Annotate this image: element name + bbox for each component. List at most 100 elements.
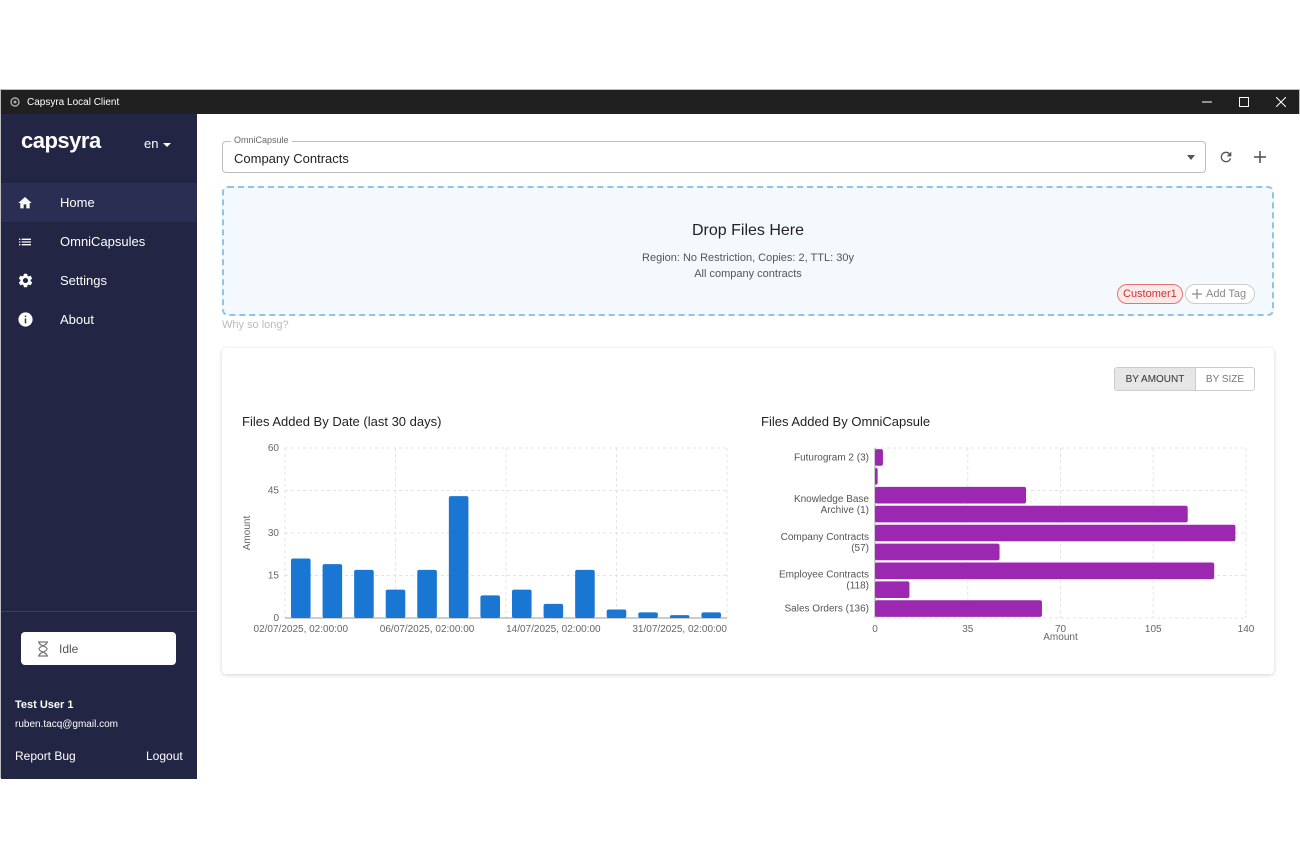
title-bar: Capsyra Local Client xyxy=(1,90,1299,114)
bar xyxy=(875,486,1027,504)
y-tick-label: Sales Orders (136) xyxy=(785,604,869,615)
sidebar-nav: Home OmniCapsules Settings About xyxy=(1,183,197,339)
report-bug-link[interactable]: Report Bug xyxy=(15,749,76,763)
minimize-icon[interactable] xyxy=(1188,90,1225,114)
stats-toggle-group: BY AMOUNT BY SIZE xyxy=(1114,367,1255,391)
logout-link[interactable]: Logout xyxy=(146,749,183,763)
x-tick-label: 140 xyxy=(1238,624,1255,635)
statistics-card: BY AMOUNT BY SIZE Files Added By Date (l… xyxy=(222,348,1274,674)
y-tick-label: 45 xyxy=(268,486,280,497)
bar xyxy=(875,600,1042,617)
bar xyxy=(290,558,311,618)
dropzone-description: All company contracts xyxy=(694,268,802,280)
x-tick-label: 31/07/2025, 02:00:00 xyxy=(632,624,727,635)
y-tick-label: 60 xyxy=(268,443,280,454)
by-amount-button[interactable]: BY AMOUNT xyxy=(1115,368,1196,390)
bar xyxy=(575,569,595,618)
bar xyxy=(669,615,690,618)
caret-down-icon xyxy=(163,142,172,147)
bar xyxy=(448,496,469,618)
app-window: Capsyra Local Client capsyra en Home Omn… xyxy=(0,89,1300,779)
x-tick-label: 35 xyxy=(962,624,974,635)
bar xyxy=(875,581,910,598)
x-tick-label: 06/07/2025, 02:00:00 xyxy=(380,624,475,635)
add-icon[interactable] xyxy=(1251,148,1269,166)
x-tick-label: 02/07/2025, 02:00:00 xyxy=(254,624,349,635)
bar xyxy=(638,612,658,618)
bar xyxy=(875,543,1000,561)
sidebar-item-omnicapsules[interactable]: OmniCapsules xyxy=(1,222,197,261)
x-tick-label: 14/07/2025, 02:00:00 xyxy=(506,624,601,635)
bar xyxy=(606,609,627,618)
refresh-icon[interactable] xyxy=(1217,148,1235,166)
y-tick-label: (118) xyxy=(846,581,869,592)
bar xyxy=(322,564,343,618)
y-tick-label: Company Contracts xyxy=(781,532,869,543)
add-tag-label: Add Tag xyxy=(1206,288,1247,300)
files-by-date-chart: 0 15 30 45 60 02/07/2025, 02:00:00 06/07/2025,… xyxy=(242,443,728,635)
gear-icon xyxy=(16,272,34,290)
info-icon xyxy=(16,311,34,329)
bar xyxy=(875,562,1215,580)
bar xyxy=(875,524,1236,542)
bar xyxy=(511,589,532,618)
omnicapsule-select-value: Company Contracts xyxy=(234,151,349,166)
dropzone-details: Region: No Restriction, Copies: 2, TTL: … xyxy=(642,252,854,264)
language-selector[interactable]: en xyxy=(144,136,172,151)
bar xyxy=(875,449,883,466)
y-tick-label: Futurogram 2 (3) xyxy=(794,452,869,463)
sidebar-item-about[interactable]: About xyxy=(1,300,197,339)
file-dropzone[interactable]: Drop Files Here Region: No Restriction, … xyxy=(222,186,1274,316)
y-tick-label: Employee Contracts xyxy=(779,570,869,581)
sidebar-item-label: About xyxy=(60,312,94,327)
chart-title-by-date: Files Added By Date (last 30 days) xyxy=(242,414,442,429)
bar xyxy=(701,612,722,618)
y-tick-label: 0 xyxy=(273,613,279,624)
y-tick-label: 15 xyxy=(268,571,280,582)
sidebar: capsyra en Home OmniCapsules Settings Ab… xyxy=(1,114,197,779)
bar xyxy=(543,603,564,618)
main-content: OmniCapsule Company Contracts Drop Files… xyxy=(197,114,1300,779)
sidebar-item-label: OmniCapsules xyxy=(60,234,146,249)
user-name: Test User 1 xyxy=(15,699,74,711)
sidebar-item-home[interactable]: Home xyxy=(1,183,197,222)
add-tag-button[interactable]: Add Tag xyxy=(1185,284,1256,304)
bar xyxy=(354,569,374,618)
y-tick-label: (57) xyxy=(851,543,869,554)
omnicapsule-select-label: OmniCapsule xyxy=(231,135,292,145)
sidebar-divider xyxy=(1,611,197,612)
user-email: ruben.tacq@gmail.com xyxy=(15,719,118,730)
status-label: Idle xyxy=(59,641,79,656)
tag-chip[interactable]: Customer1 xyxy=(1117,284,1183,304)
status-indicator: Idle xyxy=(21,632,176,665)
language-label: en xyxy=(144,136,159,151)
x-axis-label: Amount xyxy=(1043,632,1078,643)
home-icon xyxy=(16,194,34,212)
sidebar-item-label: Settings xyxy=(60,273,107,288)
app-icon xyxy=(10,97,20,107)
by-size-button[interactable]: BY SIZE xyxy=(1196,368,1254,390)
bar xyxy=(480,595,501,618)
bar xyxy=(875,505,1188,523)
omnicapsule-select[interactable]: OmniCapsule Company Contracts xyxy=(222,135,1206,173)
sidebar-item-label: Home xyxy=(60,195,95,210)
bar xyxy=(385,589,406,618)
bar xyxy=(417,569,437,618)
capsyra-logo: capsyra xyxy=(21,128,101,153)
y-tick-label: Archive (1) xyxy=(821,505,869,516)
sidebar-item-settings[interactable]: Settings xyxy=(1,261,197,300)
plus-icon xyxy=(1192,289,1202,299)
list-icon xyxy=(16,233,34,251)
dropdown-arrow-icon xyxy=(1187,155,1195,160)
dropzone-title: Drop Files Here xyxy=(691,222,805,239)
x-tick-label: 0 xyxy=(872,624,878,635)
y-tick-label: Knowledge Base xyxy=(794,494,869,505)
y-tick-label: 30 xyxy=(268,528,280,539)
x-tick-label: 105 xyxy=(1145,624,1162,635)
maximize-icon[interactable] xyxy=(1225,90,1262,114)
chart-title-by-capsule: Files Added By OmniCapsule xyxy=(761,414,931,429)
y-axis-label: Amount xyxy=(242,516,253,551)
why-so-long-link[interactable]: Why so long? xyxy=(222,319,289,331)
close-icon[interactable] xyxy=(1262,90,1299,114)
hourglass-icon xyxy=(37,640,49,657)
